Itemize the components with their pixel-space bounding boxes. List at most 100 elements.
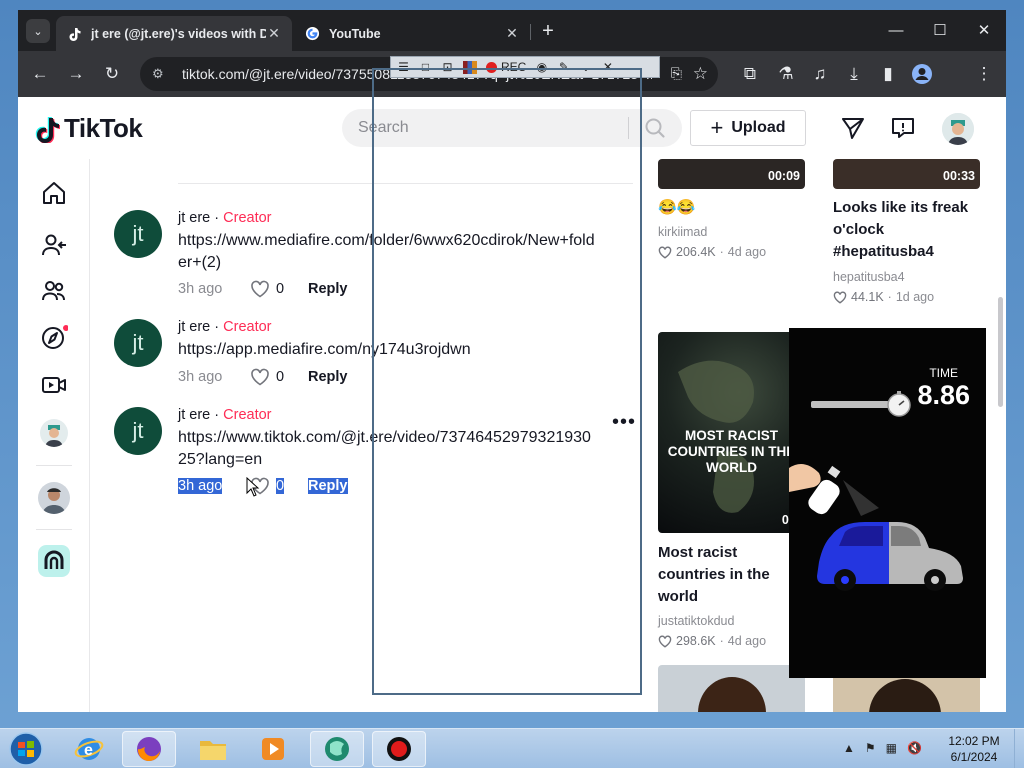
bookmark-star-icon[interactable]: ☆ (693, 64, 708, 84)
screen-recorder-icon[interactable] (372, 731, 426, 767)
following-icon[interactable] (40, 231, 68, 259)
reply-button[interactable]: Reply (308, 369, 348, 385)
send-icon[interactable] (840, 115, 866, 141)
file-explorer-icon[interactable] (186, 731, 240, 767)
comment-avatar[interactable]: jt (114, 319, 162, 367)
home-icon[interactable] (40, 179, 68, 207)
heart-icon (658, 246, 672, 259)
tab-tiktok[interactable]: jt ere (@jt.ere)'s videos with D ✕ (56, 16, 292, 51)
creator-badge: Creator (223, 210, 272, 226)
back-icon[interactable]: ← (28, 62, 52, 86)
system-clock[interactable]: 12:02 PM 6/1/2024 (946, 733, 1002, 765)
person-face-graphic (698, 677, 766, 712)
followed-account-avatar[interactable] (38, 482, 70, 514)
tab-separator (530, 24, 531, 40)
time-label: TIME (929, 366, 958, 380)
media-player-icon[interactable] (246, 731, 300, 767)
video-thumbnail[interactable]: MOST RACIST COUNTRIES IN THE WORLD 00: (658, 332, 805, 533)
media-control-icon[interactable]: ♫ (808, 62, 832, 86)
svg-text:e: e (84, 742, 93, 759)
reply-button[interactable]: Reply (308, 281, 348, 297)
close-window-button[interactable]: ✕ (962, 16, 1006, 44)
creator-tools-icon[interactable] (38, 545, 70, 577)
download-icon[interactable]: ⤓ (842, 62, 866, 86)
comment-meta: 3h ago 0 Reply (178, 368, 348, 386)
comment-time: 3h ago (178, 369, 223, 385)
comment-username: jt ere (178, 319, 211, 335)
like-button[interactable]: 0 (250, 368, 308, 386)
friends-icon[interactable] (40, 277, 68, 305)
heart-icon (251, 368, 269, 386)
video-author[interactable]: kirkiimad (658, 225, 707, 239)
app-globe-icon[interactable] (310, 731, 364, 767)
comment-author[interactable]: jt ere · Creator (178, 407, 272, 423)
like-button[interactable]: 0 (250, 280, 308, 298)
time-value: 8.86 (917, 380, 970, 410)
clock-date: 6/1/2024 (950, 750, 998, 764)
profile-icon[interactable] (910, 62, 934, 86)
forward-icon[interactable]: → (64, 62, 88, 86)
chrome-menu-icon[interactable]: ⋮ (972, 62, 996, 86)
close-tab-icon[interactable]: ✕ (266, 25, 282, 42)
profile-avatar-icon[interactable] (40, 419, 68, 447)
site-info-icon[interactable]: ⚙ (152, 66, 170, 82)
comment-avatar[interactable]: jt (114, 407, 162, 455)
video-age: 4d ago (727, 245, 767, 259)
video-thumbnail[interactable]: 00:33 (833, 159, 980, 189)
heart-icon (251, 280, 269, 298)
reply-button[interactable]: Reply (308, 478, 348, 494)
creator-badge: Creator (223, 319, 272, 335)
video-likes: 206.4K (676, 245, 716, 259)
side-panel-icon[interactable]: ▮ (876, 62, 900, 86)
upload-button[interactable]: + Upload (690, 110, 806, 146)
reload-icon[interactable]: ↻ (100, 62, 124, 86)
page-scrollbar[interactable] (998, 297, 1003, 407)
comment-author[interactable]: jt ere · Creator (178, 319, 272, 335)
game-overlay[interactable]: TIME 8.86 (789, 328, 986, 678)
spray-mist-graphic (843, 480, 879, 516)
flag-icon[interactable]: ⚑ (865, 741, 876, 755)
video-title[interactable]: Most racist countries in the world (658, 542, 788, 608)
firefox-icon[interactable] (122, 731, 176, 767)
tiktok-note-icon (34, 115, 61, 144)
live-icon[interactable] (40, 371, 68, 399)
system-tray: ▲ ⚑ ▦ 🔇 (843, 741, 922, 755)
comment-meta: 3h ago 0 Reply (178, 280, 348, 298)
video-author[interactable]: justatiktokdud (658, 614, 734, 628)
tab-youtube[interactable]: YouTube ✕ (294, 16, 530, 51)
inbox-icon[interactable] (890, 115, 916, 141)
video-stats: 44.1K · 1d ago (833, 290, 934, 304)
new-tab-button[interactable]: + (536, 21, 560, 43)
comment-avatar[interactable]: jt (114, 210, 162, 258)
internet-explorer-icon[interactable]: e (62, 731, 116, 767)
start-button[interactable] (6, 730, 46, 768)
network-icon[interactable]: ▦ (886, 741, 897, 755)
video-title[interactable]: 😂😂 (658, 197, 695, 219)
video-title[interactable]: Looks like its freak o'clock #hepatitusb… (833, 197, 980, 263)
video-author[interactable]: hepatitusba4 (833, 270, 905, 284)
user-avatar[interactable] (942, 113, 974, 145)
labs-icon[interactable]: ⚗ (774, 62, 798, 86)
close-tab-icon[interactable]: ✕ (504, 25, 520, 42)
search-icon[interactable] (644, 117, 666, 139)
comment-separator: · (210, 210, 224, 226)
install-app-icon[interactable]: ⎘ (671, 65, 682, 82)
comment-time: 3h ago (178, 281, 223, 297)
extensions-icon[interactable]: ⧉ (738, 62, 762, 86)
volume-muted-icon[interactable]: 🔇 (907, 741, 922, 755)
show-desktop-button[interactable] (1014, 729, 1024, 768)
nav-divider (36, 529, 72, 530)
video-thumbnail[interactable]: 00:09 (658, 159, 805, 189)
video-thumbnail[interactable] (658, 665, 805, 712)
upload-label: Upload (731, 119, 786, 136)
tray-arrow-icon[interactable]: ▲ (843, 741, 855, 755)
minimize-button[interactable]: — (874, 16, 918, 44)
left-nav (18, 159, 90, 712)
video-likes: 298.6K (676, 634, 716, 648)
tab-search-button[interactable]: ⌄ (26, 19, 50, 43)
tiktok-logo[interactable]: TikTok (34, 113, 143, 144)
comment-author[interactable]: jt ere · Creator (178, 210, 272, 226)
maximize-button[interactable]: ☐ (918, 16, 962, 44)
clock-time: 12:02 PM (948, 734, 1000, 748)
explore-icon[interactable] (40, 323, 69, 351)
